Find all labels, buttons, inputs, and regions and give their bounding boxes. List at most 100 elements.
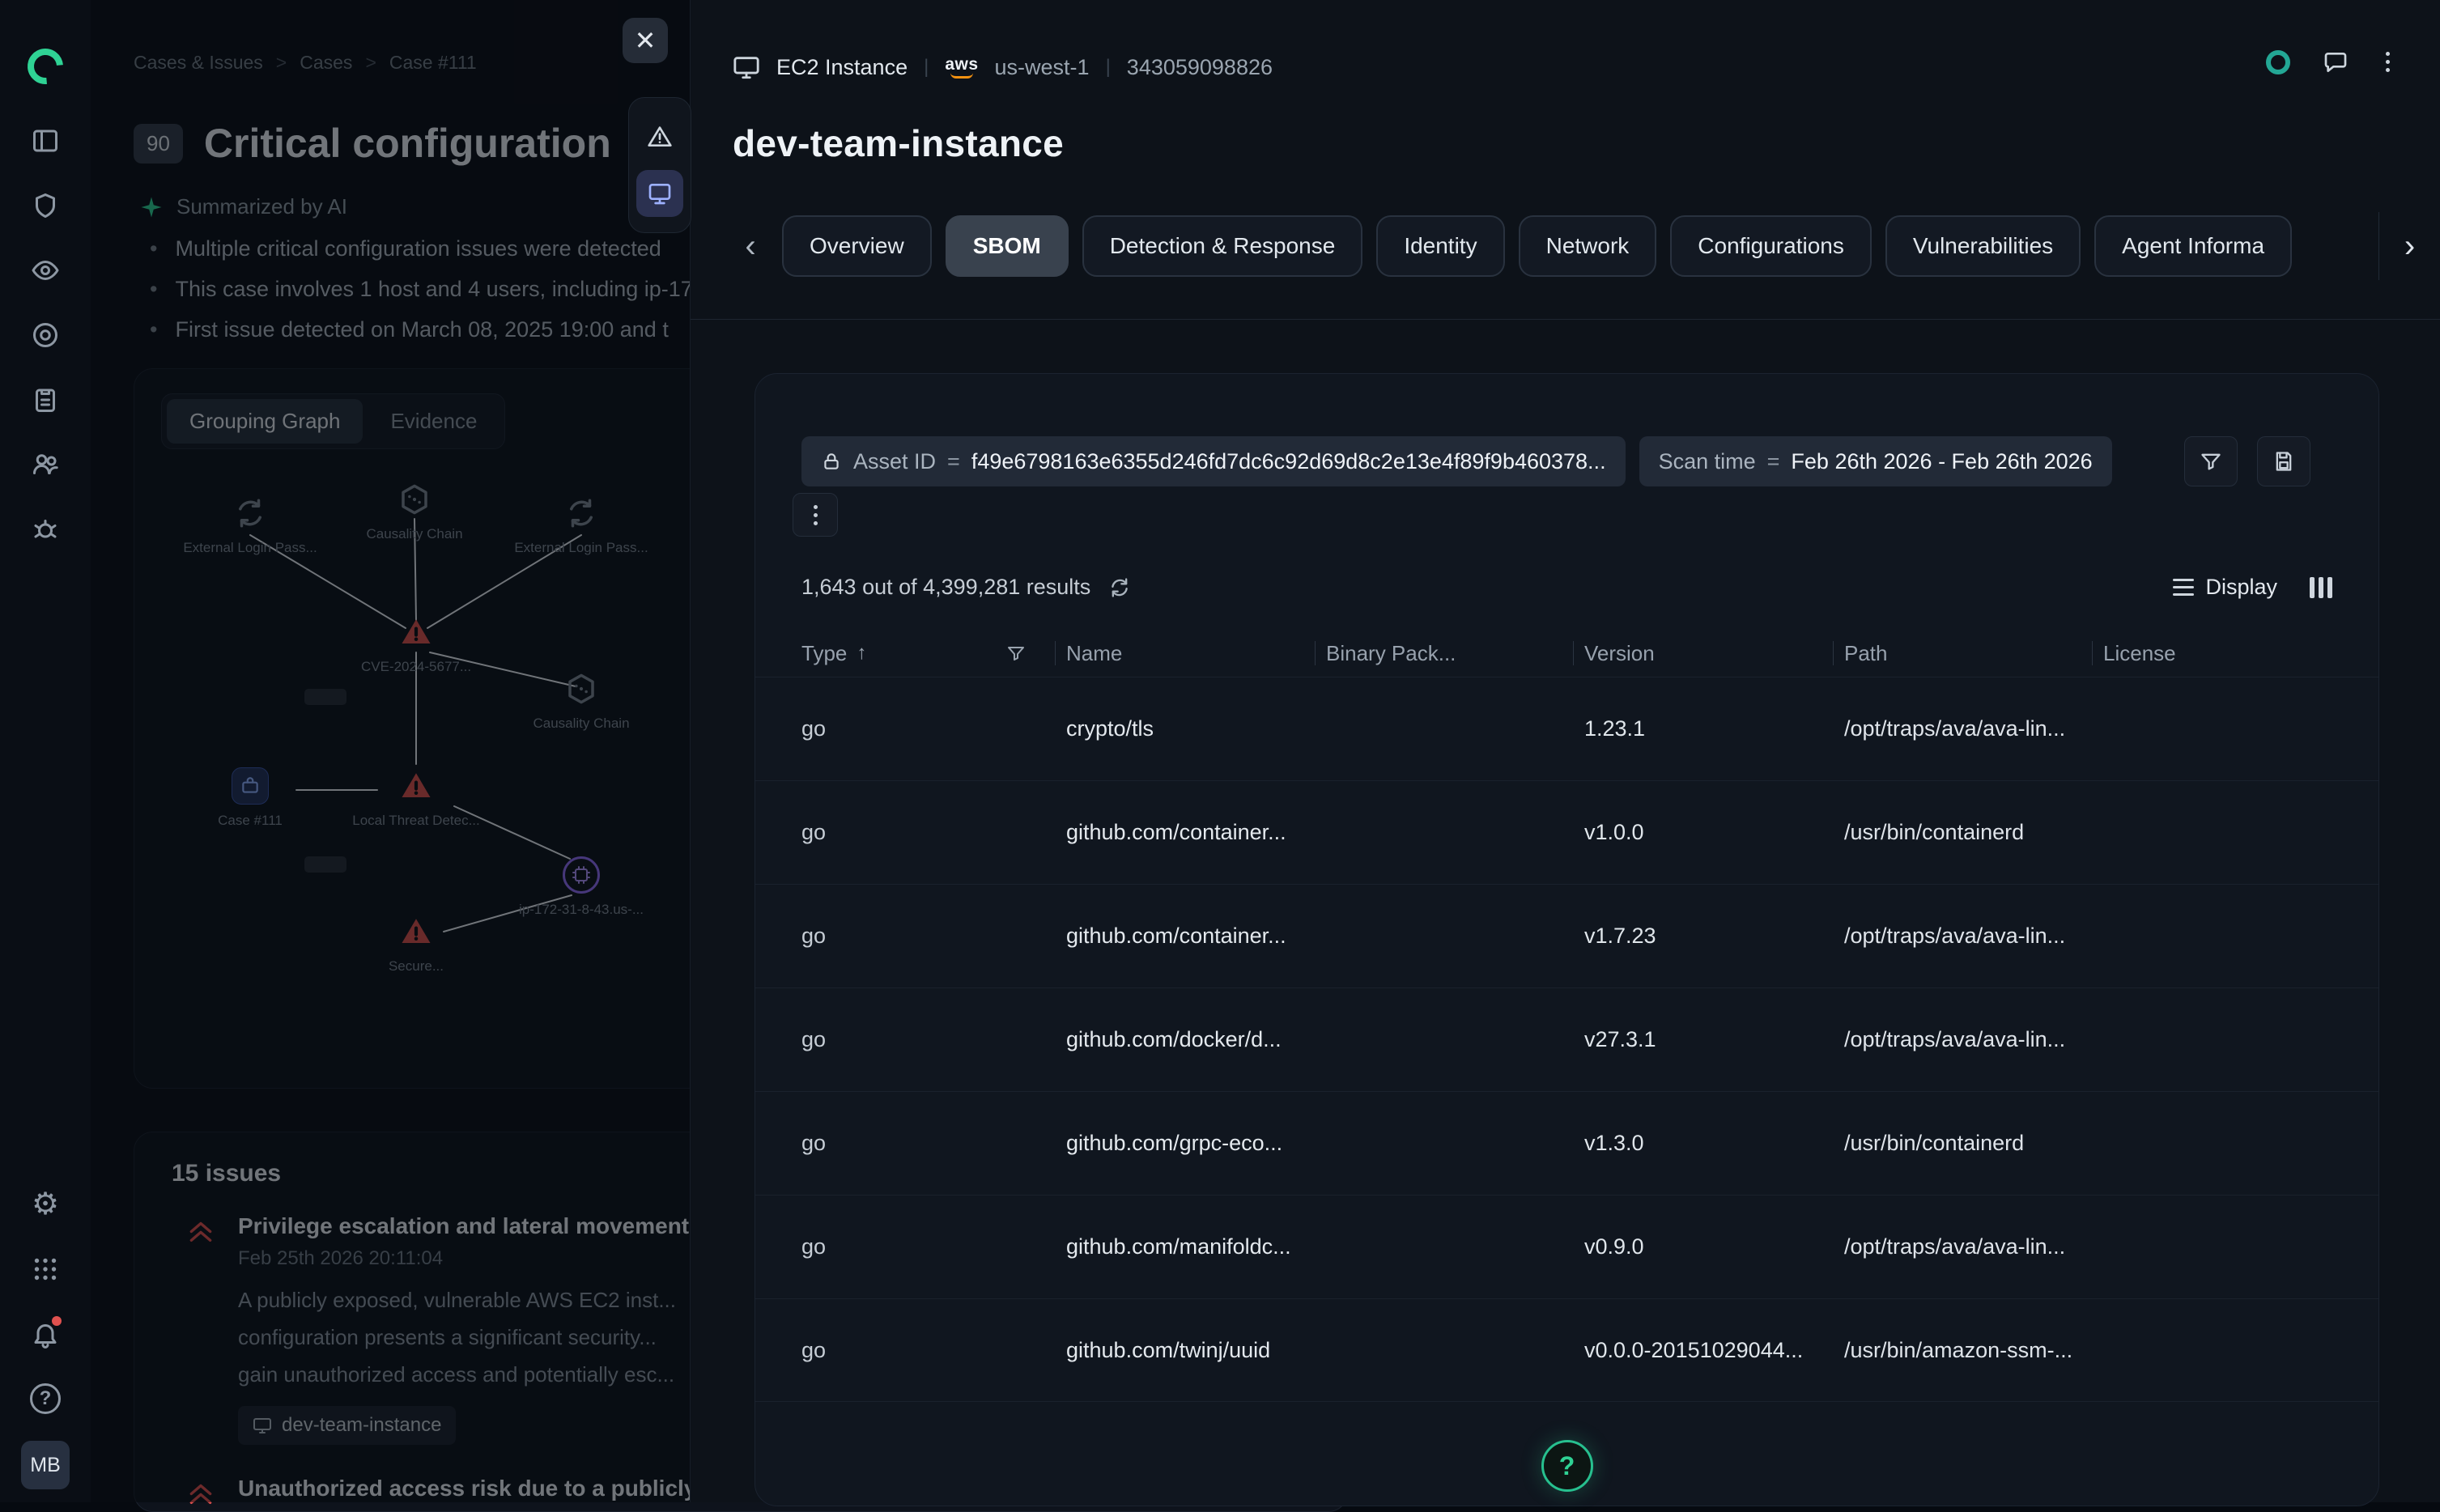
column-header-version[interactable]: Version — [1584, 630, 1844, 677]
table-row[interactable]: go crypto/tls 1.23.1 /opt/traps/ava/ava-… — [755, 677, 2378, 780]
tab-agent-information[interactable]: Agent Informa — [2094, 215, 2292, 277]
help-circle-icon: ? — [30, 1383, 61, 1414]
cases-board-icon — [31, 126, 60, 155]
cell-type: go — [801, 820, 1066, 845]
cell-type: go — [801, 924, 1066, 949]
cell-path: /opt/traps/ava/ava-lin... — [1844, 716, 2103, 741]
asset-region: us-west-1 — [995, 55, 1090, 80]
cell-name: github.com/manifoldc... — [1066, 1234, 1326, 1259]
column-header-name[interactable]: Name — [1066, 630, 1326, 677]
column-header-binary-package[interactable]: Binary Pack... — [1326, 630, 1584, 677]
sidebar-item-detection[interactable] — [19, 309, 71, 361]
results-count: 1,643 out of 4,399,281 results — [801, 575, 1090, 600]
filter-label: Scan time — [1659, 449, 1756, 474]
cell-name: github.com/container... — [1066, 820, 1326, 845]
cell-version: v0.0.0-20151029044... — [1584, 1338, 1844, 1363]
column-label: License — [2103, 641, 2176, 666]
columns-icon[interactable] — [2310, 577, 2332, 598]
filter-bar: Asset ID = f49e6798163e6355d246fd7dc6c92… — [801, 436, 2112, 486]
sidebar-item-apps[interactable] — [19, 1243, 71, 1295]
cell-name: github.com/twinj/uuid — [1066, 1338, 1326, 1363]
cell-name: github.com/docker/d... — [1066, 1027, 1326, 1052]
cell-version: v0.9.0 — [1584, 1234, 1844, 1259]
sbom-card: Asset ID = f49e6798163e6355d246fd7dc6c92… — [755, 373, 2379, 1506]
close-panel-button[interactable]: ✕ — [623, 18, 668, 63]
filter-more-button[interactable] — [793, 493, 838, 537]
sidebar-item-threat-intel[interactable] — [19, 503, 71, 555]
sidebar-item-settings[interactable]: ⚙ — [19, 1179, 71, 1230]
cell-type: go — [801, 1027, 1066, 1052]
close-icon: ✕ — [635, 25, 657, 56]
clipboard-icon — [31, 385, 60, 414]
status-ring-icon[interactable] — [2266, 50, 2290, 74]
add-filter-button[interactable] — [2184, 436, 2238, 486]
user-avatar[interactable]: MB — [21, 1441, 70, 1489]
sbom-table: Type ↑ Name Binary Pack... Version Path … — [755, 630, 2378, 1402]
tab-overview[interactable]: Overview — [782, 215, 932, 277]
tabs-divider — [691, 319, 2440, 320]
cell-name: crypto/tls — [1066, 716, 1326, 741]
asset-id-filter-chip[interactable]: Asset ID = f49e6798163e6355d246fd7dc6c92… — [801, 436, 1626, 486]
column-label: Path — [1844, 641, 1888, 666]
filter-actions — [2184, 436, 2310, 486]
alerts-dock-button[interactable] — [636, 113, 683, 160]
column-header-type[interactable]: Type ↑ — [801, 630, 1066, 677]
tab-vulnerabilities[interactable]: Vulnerabilities — [1885, 215, 2081, 277]
display-menu-button[interactable]: Display — [2173, 575, 2277, 600]
warning-triangle-icon — [647, 124, 673, 150]
table-row[interactable]: go github.com/manifoldc... v0.9.0 /opt/t… — [755, 1195, 2378, 1298]
asset-panel-dock-button[interactable] — [636, 170, 683, 217]
filter-operator: = — [1767, 449, 1780, 474]
table-header: Type ↑ Name Binary Pack... Version Path … — [755, 630, 2378, 677]
help-button[interactable]: ? — [1541, 1440, 1593, 1492]
aws-logo-icon: aws — [945, 56, 978, 79]
sidebar-item-notifications[interactable] — [19, 1308, 71, 1360]
tab-detection-response[interactable]: Detection & Response — [1082, 215, 1363, 277]
cell-version: v1.0.0 — [1584, 820, 1844, 845]
filter-label: Asset ID — [853, 449, 936, 474]
cell-path: /usr/bin/containerd — [1844, 820, 2103, 845]
sidebar-item-visibility[interactable] — [19, 244, 71, 296]
sidebar-item-identities[interactable] — [19, 439, 71, 491]
cell-version: 1.23.1 — [1584, 716, 1844, 741]
bug-icon — [31, 515, 60, 544]
results-row: 1,643 out of 4,399,281 results — [801, 575, 1131, 600]
cell-type: go — [801, 1338, 1066, 1363]
brand-logo-icon[interactable] — [20, 41, 70, 91]
more-options-icon[interactable] — [2381, 47, 2395, 77]
asset-title: dev-team-instance — [733, 121, 1064, 165]
sidebar-item-help[interactable]: ? — [19, 1373, 71, 1425]
column-header-path[interactable]: Path — [1844, 630, 2103, 677]
tabs-scroll-right-icon[interactable]: › — [2378, 212, 2440, 280]
table-row[interactable]: go github.com/container... v1.7.23 /opt/… — [755, 884, 2378, 987]
cell-type: go — [801, 1131, 1066, 1156]
tabs-scroll-left-icon[interactable]: ‹ — [733, 222, 768, 270]
tab-identity[interactable]: Identity — [1376, 215, 1504, 277]
sidebar-item-security[interactable] — [19, 180, 71, 231]
cell-path: /opt/traps/ava/ava-lin... — [1844, 924, 2103, 949]
refresh-icon[interactable] — [1108, 576, 1131, 599]
tab-sbom[interactable]: SBOM — [946, 215, 1069, 277]
table-row[interactable]: go github.com/docker/d... v27.3.1 /opt/t… — [755, 987, 2378, 1091]
panel-actions — [2266, 47, 2395, 77]
column-filter-icon[interactable] — [1006, 643, 1026, 663]
sidebar-item-reports[interactable] — [19, 374, 71, 426]
cell-name: github.com/container... — [1066, 924, 1326, 949]
sidebar-item-cases[interactable] — [19, 115, 71, 167]
asset-detail-panel: EC2 Instance | aws us-west-1 | 343059098… — [690, 0, 2440, 1502]
filter-value: f49e6798163e6355d246fd7dc6c92d69d8c2e13e… — [971, 449, 1606, 474]
tab-configurations[interactable]: Configurations — [1670, 215, 1872, 277]
column-label: Version — [1584, 641, 1655, 666]
table-row[interactable]: go github.com/container... v1.0.0 /usr/b… — [755, 780, 2378, 884]
save-view-button[interactable] — [2257, 436, 2310, 486]
sort-asc-icon[interactable]: ↑ — [857, 642, 866, 665]
filter-value: Feb 26th 2026 - Feb 26th 2026 — [1791, 449, 2092, 474]
asset-header: EC2 Instance | aws us-west-1 | 343059098… — [733, 53, 1273, 81]
chat-bubble-icon[interactable] — [2323, 49, 2349, 75]
scan-time-filter-chip[interactable]: Scan time = Feb 26th 2026 - Feb 26th 202… — [1639, 436, 2112, 486]
target-icon — [31, 321, 60, 350]
table-row[interactable]: go github.com/grpc-eco... v1.3.0 /usr/bi… — [755, 1091, 2378, 1195]
tab-network[interactable]: Network — [1519, 215, 1657, 277]
column-header-license[interactable]: License — [2103, 630, 2378, 677]
table-row[interactable]: go github.com/twinj/uuid v0.0.0-20151029… — [755, 1298, 2378, 1402]
